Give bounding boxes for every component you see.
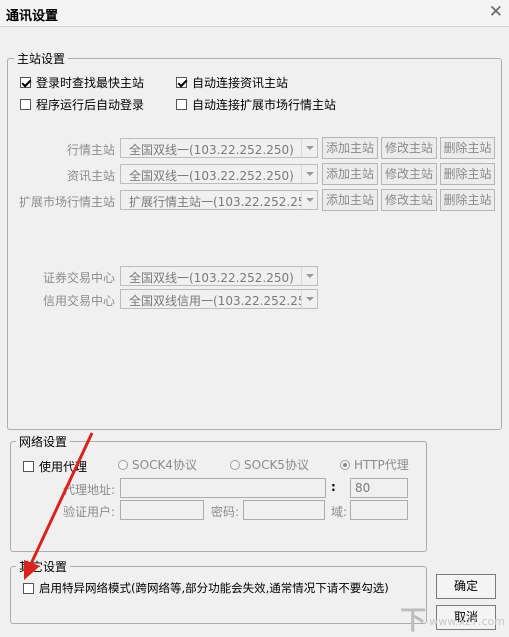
- checkbox-label: 启用特异网络模式(跨网络等,部分功能会失效,通常情况下请不要勾选): [39, 581, 389, 595]
- edit-quote-station-button[interactable]: 修改主站: [381, 137, 437, 159]
- chevron-down-icon[interactable]: [301, 290, 317, 308]
- watermark-text: www.xz7.com: [429, 614, 505, 628]
- use-proxy-checkbox[interactable]: 使用代理: [23, 458, 87, 475]
- checkbox-label: 使用代理: [39, 460, 88, 474]
- radio-dot[interactable]: [340, 459, 350, 470]
- securities-trade-select[interactable]: 全国双线一(103.22.252.250): [120, 266, 318, 286]
- find-fastest-station-checkbox[interactable]: 登录时查找最快主站: [20, 74, 144, 91]
- http-proxy-radio[interactable]: HTTP代理: [340, 456, 409, 473]
- auth-user-input[interactable]: [120, 500, 204, 520]
- special-network-mode-checkbox[interactable]: 启用特异网络模式(跨网络等,部分功能会失效,通常情况下请不要勾选): [23, 580, 389, 596]
- proxy-port-input[interactable]: 80: [350, 478, 408, 498]
- info-station-select[interactable]: 全国双线一(103.22.252.250): [120, 164, 318, 184]
- auto-connect-info-checkbox[interactable]: 自动连接资讯主站: [176, 74, 288, 91]
- checkbox-box[interactable]: [20, 99, 31, 110]
- securities-trade-label: 证券交易中心: [42, 271, 115, 285]
- delete-quote-station-button[interactable]: 删除主站: [440, 137, 495, 159]
- checkbox-label: 程序运行后自动登录: [36, 98, 145, 112]
- ok-button[interactable]: 确定: [436, 574, 496, 599]
- delete-info-station-button[interactable]: 删除主站: [440, 163, 495, 185]
- radio-dot[interactable]: [118, 459, 128, 470]
- credit-trade-select[interactable]: 全国双线信用一(103.22.252.25: [120, 289, 318, 309]
- main-station-legend: 主站设置: [14, 50, 69, 67]
- window-title: 通讯设置: [6, 9, 59, 24]
- chevron-down-icon[interactable]: [301, 191, 317, 209]
- sock5-radio[interactable]: SOCK5协议: [230, 456, 309, 473]
- credit-trade-label: 信用交易中心: [42, 294, 115, 308]
- info-station-label: 资讯主站: [66, 169, 115, 183]
- port-separator: :: [331, 480, 336, 494]
- extended-station-label: 扩展市场行情主站: [18, 195, 115, 209]
- add-info-station-button[interactable]: 添加主站: [322, 163, 378, 185]
- watermark-logo-icon: 下: [400, 606, 427, 636]
- proxy-address-input[interactable]: [120, 478, 326, 498]
- watermark: 下 www.xz7.com: [400, 606, 505, 636]
- chevron-down-icon[interactable]: [301, 165, 317, 183]
- auth-user-label: 验证用户:: [62, 505, 115, 519]
- chevron-down-icon[interactable]: [301, 139, 317, 157]
- checkbox-box[interactable]: [23, 461, 34, 472]
- checkbox-label: 登录时查找最快主站: [36, 76, 145, 90]
- quote-station-select[interactable]: 全国双线一(103.22.252.250): [120, 138, 318, 158]
- main-station-group: [7, 58, 502, 430]
- network-legend: 网络设置: [16, 433, 71, 450]
- quote-station-label: 行情主站: [66, 143, 115, 157]
- other-legend: 其它设置: [16, 558, 71, 575]
- password-input[interactable]: [243, 500, 325, 520]
- delete-extended-station-button[interactable]: 删除主站: [440, 189, 495, 211]
- checkbox-label: 自动连接资讯主站: [192, 76, 289, 90]
- edit-info-station-button[interactable]: 修改主站: [381, 163, 437, 185]
- password-label: 密码:: [211, 505, 240, 519]
- edit-extended-station-button[interactable]: 修改主站: [381, 189, 437, 211]
- domain-input[interactable]: [350, 500, 408, 520]
- proxy-address-label: 代理地址:: [62, 483, 115, 497]
- domain-label: 域:: [331, 505, 348, 519]
- checkbox-box[interactable]: [20, 77, 31, 88]
- checkbox-box[interactable]: [23, 582, 34, 594]
- auto-connect-extended-checkbox[interactable]: 自动连接扩展市场行情主站: [176, 96, 336, 113]
- add-quote-station-button[interactable]: 添加主站: [322, 137, 378, 159]
- radio-dot[interactable]: [230, 459, 240, 470]
- checkbox-label: 自动连接扩展市场行情主站: [192, 98, 337, 112]
- sock4-radio[interactable]: SOCK4协议: [118, 456, 197, 473]
- add-extended-station-button[interactable]: 添加主站: [322, 189, 378, 211]
- close-icon[interactable]: ✕: [489, 2, 503, 22]
- extended-station-select[interactable]: 扩展行情主站一(103.22.252.25: [120, 190, 318, 210]
- auto-login-checkbox[interactable]: 程序运行后自动登录: [20, 96, 144, 113]
- chevron-down-icon[interactable]: [301, 267, 317, 285]
- checkbox-box[interactable]: [176, 77, 187, 88]
- checkbox-box[interactable]: [176, 99, 187, 110]
- title-bar: 通讯设置 ✕: [0, 0, 509, 27]
